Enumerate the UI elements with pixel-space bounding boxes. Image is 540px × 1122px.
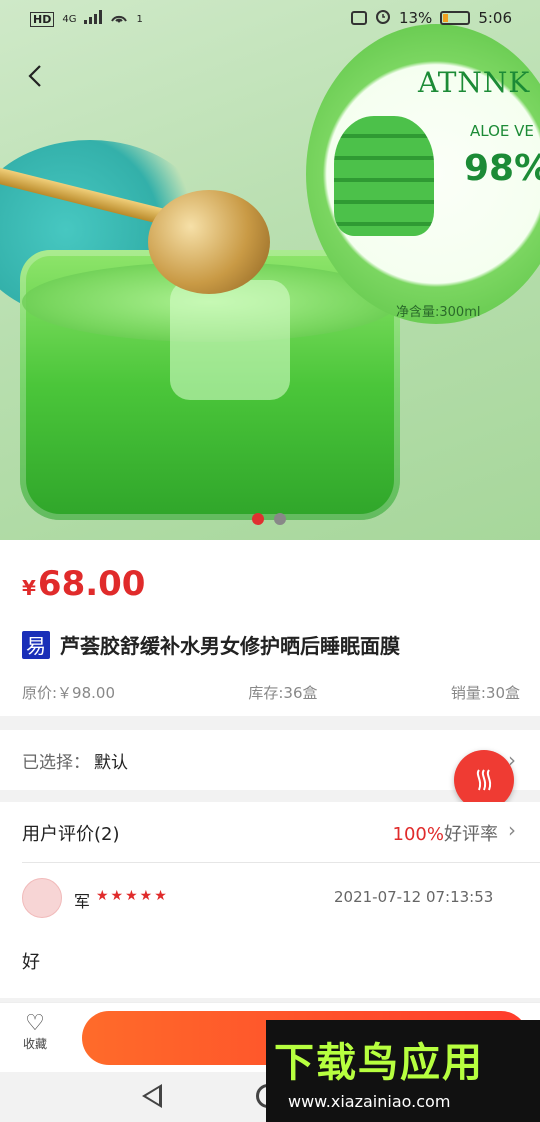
currency-symbol: ¥ <box>22 576 36 600</box>
carousel-dot-active[interactable] <box>252 513 264 525</box>
selection-label: 已选择： <box>22 753 90 773</box>
carousel-dot[interactable] <box>274 513 286 525</box>
positive-rate-label: 好评率 <box>444 824 498 845</box>
heat-waves-icon <box>476 769 492 791</box>
favorite-label: 收藏 <box>22 1037 47 1051</box>
network-indicator: 4G <box>62 13 77 25</box>
positive-rate-pct: 100% <box>392 824 444 845</box>
percent-label: 98% <box>464 148 540 189</box>
watermark-title: 下载鸟应用 <box>274 1040 484 1086</box>
aloe-illustration <box>334 116 434 236</box>
avatar <box>22 878 62 918</box>
hotspot-icon <box>110 9 128 29</box>
product-price: ¥68.00 <box>22 564 145 604</box>
watermark-url: www.xiazainiao.com <box>288 1092 451 1111</box>
chevron-right-icon[interactable]: › <box>508 818 516 842</box>
signal-icon <box>84 10 103 28</box>
star-rating: ★★★★★ <box>96 888 169 904</box>
reviews-section: 用户评价(2) 100%好评率 › 军 ★★★★★ 2021-07-12 07:… <box>0 802 540 998</box>
hd-indicator: HD <box>30 11 55 27</box>
floating-action-button[interactable] <box>454 750 514 810</box>
battery-percent: 13% <box>398 9 433 27</box>
battery-icon <box>440 11 471 25</box>
gel-blob <box>170 280 290 400</box>
nfc-icon <box>350 11 367 25</box>
positive-rate[interactable]: 100%好评率 <box>393 820 498 846</box>
reviewer-name: 军 <box>74 892 91 911</box>
selection-value: 默认 <box>94 753 128 773</box>
aloe-label: ALOE VE <box>470 122 534 140</box>
price-value: 68.00 <box>37 564 146 604</box>
clock: 5:06 <box>478 9 512 27</box>
nav-back-icon[interactable] <box>142 1084 162 1108</box>
alarm-icon <box>375 8 391 28</box>
divider <box>22 862 540 863</box>
spoon-bowl <box>148 190 270 294</box>
carousel-indicator <box>252 513 286 525</box>
brand-name: ATNNK <box>418 66 531 99</box>
back-arrow-icon[interactable] <box>24 64 48 88</box>
sales-count: 销量:30盒 <box>450 684 520 702</box>
stock-count: 库存:36盒 <box>248 684 318 702</box>
shop-badge: 易 <box>22 630 50 659</box>
title-row: 易 芦荟胶舒缓补水男女修护晒后睡眠面膜 <box>22 630 400 659</box>
favorite-button[interactable]: ♡ 收藏 <box>18 1013 52 1052</box>
review-text: 好 <box>22 952 40 973</box>
status-bar: HD 4G 1 13% 5:06 <box>0 0 540 36</box>
hotspot-count: 1 <box>136 13 143 25</box>
heart-icon: ♡ <box>25 1011 45 1036</box>
product-meta: 原价:￥98.00 库存:36盒 销量:30盒 <box>22 682 520 703</box>
product-title: 芦荟胶舒缓补水男女修护晒后睡眠面膜 <box>60 634 400 658</box>
product-info: ¥68.00 易 芦荟胶舒缓补水男女修护晒后睡眠面膜 原价:￥98.00 库存:… <box>0 540 540 716</box>
product-image-carousel[interactable]: ATNNK ALOE VE 98% 净含量:300ml HD 4G 1 13% … <box>0 0 540 540</box>
review-date: 2021-07-12 07:13:53 <box>334 888 494 906</box>
reviews-title[interactable]: 用户评价(2) <box>22 820 120 846</box>
watermark: 下载鸟应用 www.xiazainiao.com <box>266 1020 540 1122</box>
original-price: 原价:￥98.00 <box>22 684 115 702</box>
volume-label: 净含量:300ml <box>396 305 481 320</box>
